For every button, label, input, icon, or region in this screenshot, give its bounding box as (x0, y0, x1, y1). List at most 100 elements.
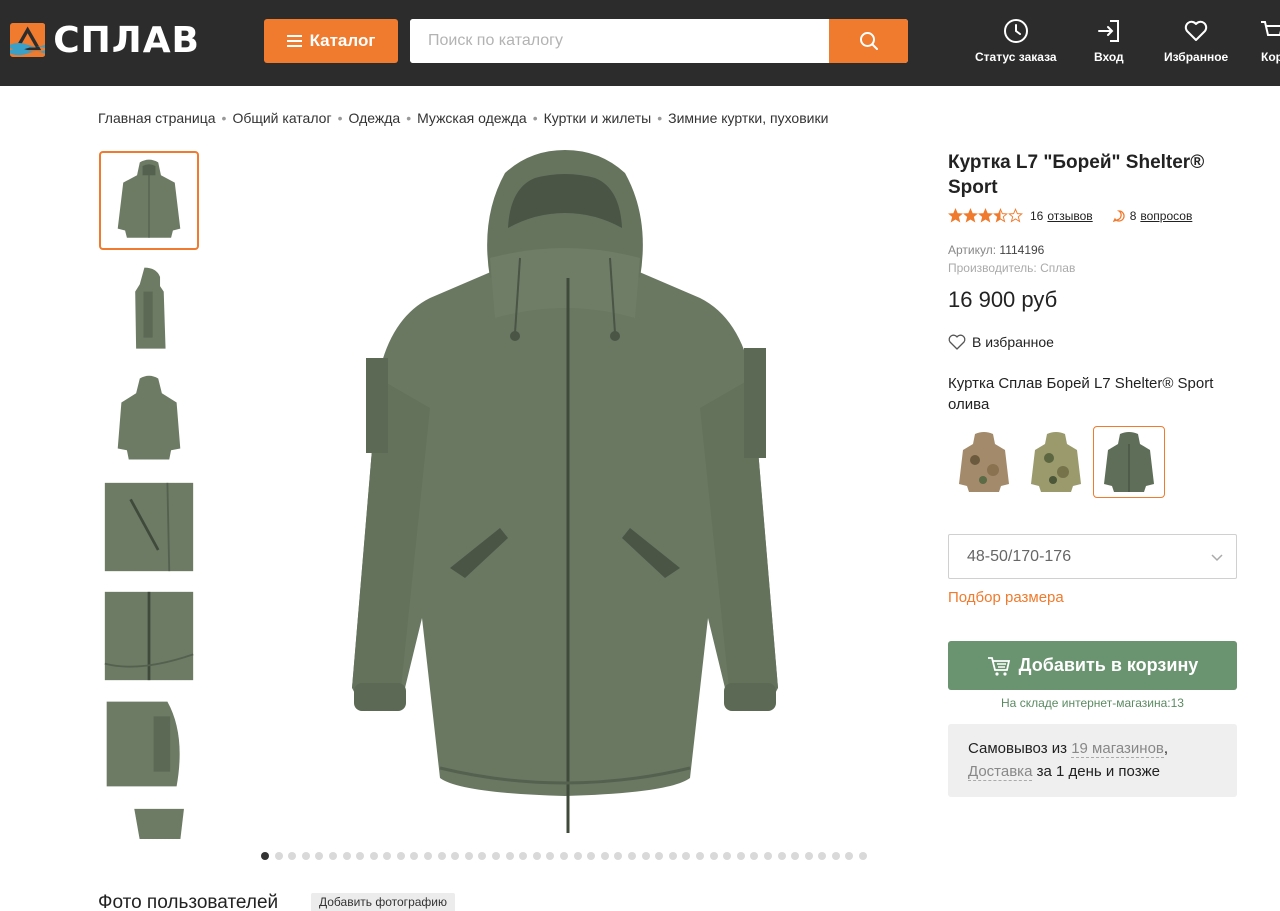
gallery-dot[interactable] (831, 851, 840, 860)
gallery-dot[interactable] (288, 851, 297, 860)
star-icon (993, 208, 1008, 223)
star-icon (963, 208, 978, 223)
favorites-label: Избранное (1164, 50, 1229, 64)
thumbnail-sleeve-detail[interactable] (99, 694, 199, 793)
gallery-dot[interactable] (573, 851, 582, 860)
gallery-dot[interactable] (410, 851, 419, 860)
gallery-dot[interactable] (301, 851, 310, 860)
breadcrumb-item[interactable]: Одежда (348, 110, 400, 126)
gallery-dot[interactable] (274, 851, 283, 860)
gallery-dot[interactable] (505, 851, 514, 860)
gallery-dot[interactable] (356, 851, 365, 860)
thumbnail-pocket-detail[interactable] (99, 477, 199, 576)
cart-icon (987, 656, 1010, 676)
thumbnail-zipper-detail[interactable] (99, 586, 199, 685)
gallery-dot[interactable] (695, 851, 704, 860)
gallery-dot[interactable] (464, 851, 473, 860)
product-main-image[interactable] (330, 148, 800, 838)
jacket-camo-green-image (1031, 432, 1081, 492)
gallery-dot[interactable] (791, 851, 800, 860)
delivery-link[interactable]: Доставка (968, 763, 1033, 781)
gallery-dot[interactable] (627, 851, 636, 860)
gallery-dot[interactable] (750, 851, 759, 860)
gallery-dot[interactable] (655, 851, 664, 860)
gallery-dot[interactable] (818, 851, 827, 860)
login-link[interactable]: Вход (1094, 18, 1124, 68)
swatch-camo-green[interactable] (1020, 426, 1092, 498)
gallery-dot[interactable] (587, 851, 596, 860)
gallery-dot[interactable] (396, 851, 405, 860)
breadcrumb-item[interactable]: Зимние куртки, пуховики (668, 110, 828, 126)
gallery-dot[interactable] (641, 851, 650, 860)
size-guide-link[interactable]: Подбор размера (948, 589, 1064, 606)
jacket-sleeve-detail-image (106, 701, 180, 786)
favorites-link[interactable]: Избранное (1164, 18, 1228, 68)
login-icon (1097, 20, 1119, 42)
gallery-dot[interactable] (804, 851, 813, 860)
logo[interactable]: СПЛАВ (10, 14, 200, 66)
manufacturer-value: Сплав (1040, 261, 1076, 275)
gallery-dot[interactable] (614, 851, 623, 860)
gallery-dot[interactable] (763, 851, 772, 860)
rating-row: 16 отзывов 8 вопросов (948, 208, 1192, 223)
cart-link[interactable]: Кор (1259, 18, 1280, 68)
search-button[interactable] (829, 19, 908, 63)
jacket-multicam-image (959, 432, 1009, 492)
breadcrumb-item[interactable]: Мужская одежда (417, 110, 527, 126)
gallery-dot[interactable] (478, 851, 487, 860)
breadcrumb-item[interactable]: Главная страница (98, 110, 216, 126)
thumbnail-side[interactable] (99, 260, 199, 359)
breadcrumb-item[interactable]: Общий каталог (232, 110, 331, 126)
login-label: Вход (1094, 50, 1124, 64)
gallery-dot[interactable] (383, 851, 392, 860)
star-icon (978, 208, 993, 223)
add-to-cart-button[interactable]: Добавить в корзину (948, 641, 1237, 690)
gallery-dot[interactable] (369, 851, 378, 860)
logo-icon (10, 23, 46, 57)
catalog-button[interactable]: Каталог (264, 19, 398, 63)
add-photo-button[interactable]: Добавить фотографию (311, 893, 455, 911)
site-header: СПЛАВ Каталог Статус заказа Вход (0, 0, 1280, 86)
swatch-multicam[interactable] (948, 426, 1020, 498)
gallery-dot[interactable] (492, 851, 501, 860)
order-status-link[interactable]: Статус заказа (975, 18, 1057, 68)
size-select[interactable]: 48-50/170-176 (948, 534, 1237, 579)
gallery-dot[interactable] (451, 851, 460, 860)
gallery-dot[interactable] (519, 851, 528, 860)
gallery-dot[interactable] (437, 851, 446, 860)
gallery-dot[interactable] (845, 851, 854, 860)
gallery-dot[interactable] (600, 851, 609, 860)
chevron-down-icon (1211, 554, 1223, 562)
gallery-dot[interactable] (342, 851, 351, 860)
gallery-dot[interactable] (315, 851, 324, 860)
reviews-link[interactable]: отзывов (1047, 209, 1092, 223)
questions-link[interactable]: вопросов (1140, 209, 1192, 223)
breadcrumb-item[interactable]: Куртки и жилеты (544, 110, 652, 126)
size-value: 48-50/170-176 (967, 547, 1072, 565)
gallery-dot[interactable] (260, 851, 269, 860)
thumbnail-back[interactable] (99, 369, 199, 468)
thumbnail-partial[interactable] (99, 803, 199, 839)
gallery-dot[interactable] (546, 851, 555, 860)
gallery-dot[interactable] (723, 851, 732, 860)
search-input[interactable] (410, 19, 830, 63)
stores-link[interactable]: 19 магазинов (1071, 740, 1164, 758)
gallery-dot[interactable] (668, 851, 677, 860)
swatch-olive[interactable] (1093, 426, 1165, 498)
gallery-dot[interactable] (424, 851, 433, 860)
thumbnail-front[interactable] (99, 151, 199, 250)
gallery-dot[interactable] (777, 851, 786, 860)
gallery-dot[interactable] (709, 851, 718, 860)
stock-status: На складе интернет-магазина:13 (1001, 696, 1184, 710)
gallery-dot[interactable] (736, 851, 745, 860)
article-row: Артикул: 1114196 (948, 243, 1044, 257)
add-to-favorites-button[interactable]: В избранное (948, 334, 1054, 350)
gallery-dot[interactable] (682, 851, 691, 860)
gallery-dot[interactable] (560, 851, 568, 860)
breadcrumb: Главная страница • Общий каталог • Одежда •… (98, 110, 829, 126)
search-icon (859, 32, 878, 50)
gallery-dot[interactable] (859, 851, 868, 860)
star-icon (948, 208, 963, 223)
gallery-dot[interactable] (532, 851, 541, 860)
gallery-dot[interactable] (328, 851, 337, 860)
